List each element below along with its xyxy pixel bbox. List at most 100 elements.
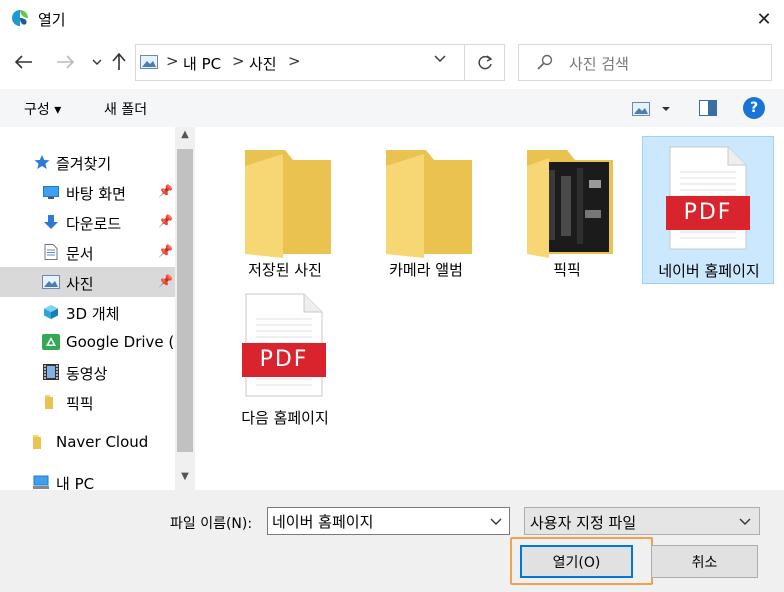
folder-icon [33,435,41,449]
nav-item-label: 내 PC [56,475,95,490]
nav-scrollbar[interactable]: ▲ ▼ [175,127,195,490]
file-tile-pdf[interactable]: PDF 다음 홈페이지 [219,284,351,432]
file-tile-folder[interactable]: 저장된 사진 [219,136,351,284]
filetype-select[interactable]: 사용자 지정 파일 [524,507,760,535]
forward-button[interactable] [52,49,78,75]
back-button[interactable] [11,49,37,75]
scroll-down-button[interactable]: ▼ [175,471,195,487]
pdf-file-icon [242,293,326,397]
nav-item-downloads[interactable]: 다운로드 📌 [0,207,175,237]
refresh-icon [477,54,492,69]
nav-item-3d-objects[interactable]: 3D 개체 [0,297,175,327]
computer-icon [33,475,49,489]
pdf-badge: PDF [683,200,733,225]
scroll-up-button[interactable]: ▲ [175,129,195,145]
pin-icon: 📌 [158,274,173,288]
nav-item-videos[interactable]: 동영상 [0,357,175,387]
nav-item-google-drive[interactable]: Google Drive (X [0,327,185,357]
pdf-file-icon [666,146,750,250]
chevron-down-icon[interactable] [490,511,502,535]
nav-item-label: 바탕 화면 [66,185,126,203]
filename-combobox[interactable] [267,507,510,535]
nav-item-picpick[interactable]: 픽픽 [0,387,175,417]
title-bar: 열기 ✕ [0,0,784,38]
file-name: 카메라 앨범 [389,261,463,279]
back-arrow-icon [15,55,32,69]
preview-pane-button[interactable] [699,100,717,116]
pin-icon: 📌 [158,184,173,198]
nav-item-label: 동영상 [66,365,108,383]
open-button[interactable]: 열기(O) [520,545,633,578]
nav-item-label: 픽픽 [66,395,94,413]
breadcrumb-separator: > [288,52,301,70]
nav-item-label: 즐겨찾기 [56,155,112,173]
cancel-button[interactable]: 취소 [651,545,758,578]
file-tile-folder[interactable]: 카메라 앨범 [360,136,492,284]
pin-icon: 📌 [158,214,173,228]
change-view-button[interactable] [632,100,672,118]
preview-pane-icon [699,100,717,116]
command-bar: 구성 ▾ 새 폴더 ? [0,89,784,127]
up-button[interactable] [106,49,132,75]
filename-label: 파일 이름(N): [170,516,253,532]
search-box[interactable]: 사진 검색 [518,44,772,81]
search-icon [537,54,553,74]
download-arrow-icon [44,215,58,229]
google-drive-icon [42,334,60,350]
nav-item-this-pc[interactable]: 내 PC [0,467,175,490]
file-name: 픽픽 [553,261,581,279]
pin-icon: 📌 [158,244,173,258]
organize-button[interactable]: 구성 ▾ [24,99,61,119]
help-button[interactable]: ? [743,97,765,119]
address-dropdown-button[interactable] [434,52,446,67]
search-placeholder: 사진 검색 [569,55,629,73]
star-icon [34,155,50,169]
pdf-badge: PDF [259,347,309,372]
address-bar[interactable]: > 내 PC > 사진 > [135,44,465,81]
filetype-value: 사용자 지정 파일 [530,514,637,532]
folder-icon [45,395,53,409]
cube-3d-icon [44,305,58,319]
nav-item-label: 문서 [66,245,94,263]
chevron-down-icon [739,511,751,535]
nav-item-desktop[interactable]: 바탕 화면 📌 [0,177,175,207]
folder-icon [386,150,472,258]
folder-with-images-icon [527,150,613,258]
nav-item-pictures[interactable]: 사진 📌 [0,267,175,297]
nav-item-label: 3D 개체 [66,305,120,323]
window-title: 열기 [38,11,66,29]
new-folder-button[interactable]: 새 폴더 [104,99,147,119]
file-name: 네이버 홈페이지 [658,262,760,280]
breadcrumb-separator: > [166,52,179,70]
nav-item-label: 사진 [66,275,94,293]
up-arrow-icon [112,53,126,70]
folder-icon [245,150,331,258]
filename-input[interactable] [272,512,482,530]
chevron-down-icon [434,55,446,62]
nav-item-favorites[interactable]: 즐겨찾기 [0,147,175,177]
pictures-icon [42,275,60,289]
view-options-icon [632,102,670,116]
nav-item-label: Google Drive (X [66,333,185,351]
pictures-icon [140,55,158,69]
refresh-button[interactable] [465,44,505,81]
file-tile-folder[interactable]: 픽픽 [501,136,633,284]
file-name: 저장된 사진 [248,261,322,279]
file-tile-pdf-selected[interactable]: PDF 네이버 홈페이지 [642,136,774,284]
nav-item-label: 다운로드 [66,215,122,233]
nav-item-documents[interactable]: 문서 📌 [0,237,175,267]
desktop-icon [43,186,59,199]
breadcrumb-this-pc[interactable]: 내 PC [183,53,221,74]
breadcrumb-separator: > [232,52,245,70]
scroll-thumb[interactable] [177,149,193,452]
forward-arrow-icon [57,55,74,69]
app-icon [12,10,28,26]
close-button[interactable]: ✕ [744,0,784,38]
chevron-down-icon [92,59,102,65]
navigation-pane: 즐겨찾기 바탕 화면 📌 다운로드 📌 문서 📌 사진 📌 3D 개체 Goog… [0,127,195,490]
document-icon [44,244,58,260]
breadcrumb-pictures[interactable]: 사진 [249,53,277,74]
nav-item-naver-cloud[interactable]: Naver Cloud [0,427,175,457]
film-icon [43,364,59,380]
nav-item-label: Naver Cloud [56,433,149,451]
